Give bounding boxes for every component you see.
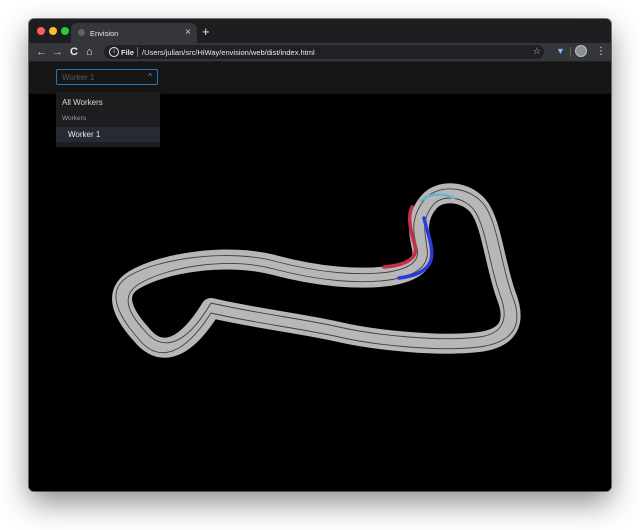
new-tab-button[interactable]: +: [202, 24, 210, 39]
browser-toolbar: ← → C ⌂ i File /Users/julian/src/HiWay/e…: [29, 43, 611, 62]
tab-title: Envision: [90, 29, 119, 38]
option-worker-1-label: Worker 1: [68, 130, 101, 139]
url-scheme: File: [121, 48, 134, 57]
home-icon[interactable]: ⌂: [86, 45, 93, 59]
bookmark-star-icon[interactable]: ☆: [533, 46, 541, 57]
option-group-label: Workers: [62, 115, 87, 122]
tab-close-icon[interactable]: ×: [185, 27, 191, 38]
browser-menu-icon[interactable]: ⋮: [596, 45, 606, 59]
worker-select[interactable]: Worker 1 ^: [56, 69, 158, 85]
profile-avatar[interactable]: [575, 45, 587, 57]
close-window-icon[interactable]: [37, 27, 45, 35]
maximize-window-icon[interactable]: [61, 27, 69, 35]
chevron-up-icon: ^: [148, 72, 152, 81]
url-separator: [137, 47, 138, 57]
toolbar-divider: [570, 47, 571, 57]
extension-icon[interactable]: ▼: [556, 46, 565, 56]
option-worker-1[interactable]: Worker 1: [56, 127, 160, 142]
forward-icon[interactable]: →: [52, 45, 63, 59]
minimize-window-icon[interactable]: [49, 27, 57, 35]
url-text[interactable]: /Users/julian/src/HiWay/envision/web/dis…: [142, 48, 315, 57]
title-bar: Envision × +: [29, 19, 611, 43]
address-bar[interactable]: i File /Users/julian/src/HiWay/envision/…: [104, 45, 544, 59]
browser-window: Envision × + ← → C ⌂ i File /Users/julia…: [29, 19, 611, 491]
worker-select-value: Worker 1: [62, 73, 95, 82]
back-icon[interactable]: ←: [36, 45, 47, 59]
option-all-workers[interactable]: All Workers: [62, 98, 103, 107]
worker-dropdown-menu: All Workers Workers Worker 1: [56, 92, 160, 147]
tab-envision[interactable]: Envision ×: [71, 23, 197, 43]
envision-top-bar: Worker 1 ^: [29, 62, 611, 94]
site-info-icon[interactable]: i: [109, 47, 119, 57]
reload-icon[interactable]: C: [70, 45, 78, 59]
favicon-icon: [78, 29, 85, 36]
envision-viewport: Worker 1 ^ All Workers Workers Worker 1: [29, 62, 611, 491]
